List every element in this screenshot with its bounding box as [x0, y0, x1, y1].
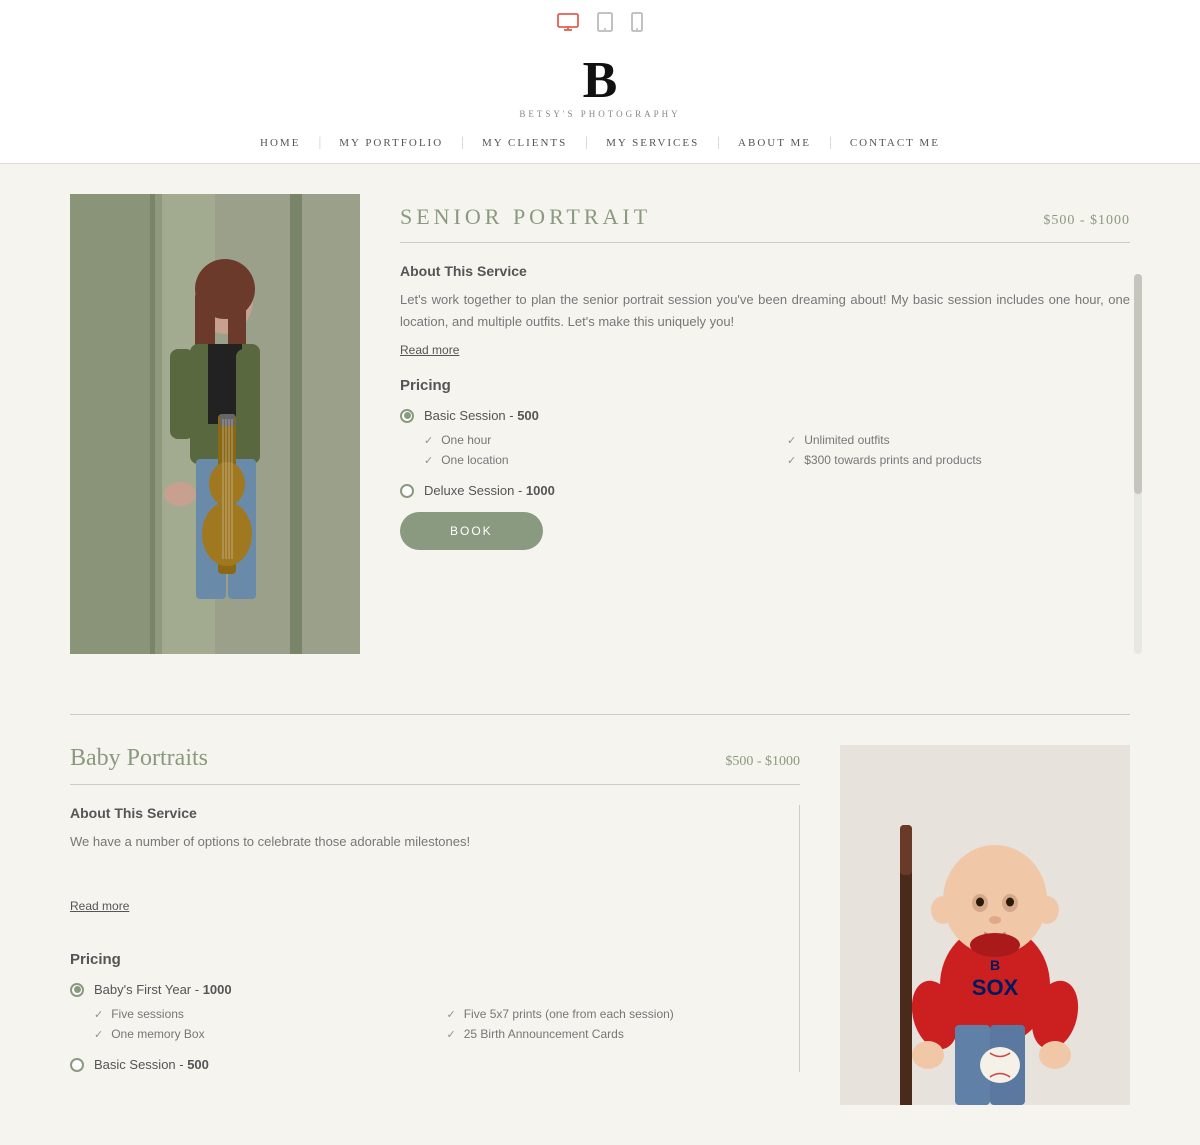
- feature-one-hour: ✓ One hour: [424, 433, 767, 447]
- baby-about-heading: About This Service: [70, 805, 779, 821]
- nav-home[interactable]: HOME: [242, 137, 318, 149]
- nav-about[interactable]: ABOUT ME: [720, 137, 829, 149]
- scrollbar-track: [1134, 274, 1142, 654]
- baby-left: Baby Portraits $500 - $1000 About This S…: [70, 745, 800, 1105]
- baby-feature-five-sessions: ✓ Five sessions: [94, 1007, 427, 1021]
- nav-portfolio[interactable]: MY PORTFOLIO: [321, 137, 461, 149]
- senior-about-heading: About This Service: [400, 263, 1130, 279]
- device-bar: [0, 0, 1200, 45]
- desktop-icon[interactable]: [557, 13, 579, 36]
- senior-price: $500 - $1000: [1043, 213, 1130, 229]
- deluxe-session-label: Deluxe Session - 1000: [424, 483, 555, 498]
- check-icon-1: ✓: [424, 434, 433, 447]
- feature-unlimited-outfits: ✓ Unlimited outfits: [787, 433, 1130, 447]
- feature-prints: ✓ $300 towards prints and products: [787, 453, 1130, 467]
- check-icon-b3: ✓: [94, 1028, 103, 1041]
- baby-basic-label: Basic Session - 500: [94, 1057, 209, 1072]
- check-icon-4: ✓: [787, 454, 796, 467]
- svg-text:SOX: SOX: [972, 975, 1019, 1000]
- first-year-radio[interactable]: [70, 983, 84, 997]
- deluxe-radio[interactable]: [400, 484, 414, 498]
- baby-basic-option[interactable]: Basic Session - 500: [70, 1057, 779, 1072]
- baby-portraits-section: Baby Portraits $500 - $1000 About This S…: [70, 745, 1130, 1105]
- nav-contact[interactable]: CONTACT ME: [832, 137, 958, 149]
- features-grid: ✓ One hour ✓ Unlimited outfits ✓ One loc…: [424, 433, 1130, 467]
- baby-feature-memory-box: ✓ One memory Box: [94, 1027, 427, 1041]
- baby-content-inner: About This Service We have a number of o…: [70, 805, 800, 1072]
- deluxe-session-option[interactable]: Deluxe Session - 1000: [400, 483, 1130, 498]
- senior-title-row: SENIOR PORTRAIT $500 - $1000: [400, 204, 1130, 243]
- baby-title-row: Baby Portraits $500 - $1000: [70, 745, 800, 785]
- logo-area: B BETSY'S PHOTOGRAPHY: [0, 45, 1200, 123]
- baby-read-more[interactable]: Read more: [70, 899, 129, 913]
- baby-basic-radio[interactable]: [70, 1058, 84, 1072]
- svg-text:B: B: [990, 957, 1000, 973]
- first-year-label: Baby's First Year - 1000: [94, 982, 232, 997]
- main-content: SENIOR PORTRAIT $500 - $1000 About This …: [50, 164, 1150, 1145]
- book-button[interactable]: BOOK: [400, 512, 543, 550]
- senior-portrait-details: SENIOR PORTRAIT $500 - $1000 About This …: [400, 194, 1130, 550]
- scrollbar-thumb[interactable]: [1134, 274, 1142, 494]
- nav-services[interactable]: MY SERVICES: [588, 137, 717, 149]
- baby-title: Baby Portraits: [70, 745, 208, 772]
- check-icon-2: ✓: [787, 434, 796, 447]
- check-icon-3: ✓: [424, 454, 433, 467]
- senior-portrait-details-wrapper: SENIOR PORTRAIT $500 - $1000 About This …: [400, 194, 1130, 654]
- check-icon-b4: ✓: [447, 1028, 456, 1041]
- baby-portrait-image: SOX B: [840, 745, 1130, 1105]
- senior-title: SENIOR PORTRAIT: [400, 204, 651, 230]
- nav-clients[interactable]: MY CLIENTS: [464, 137, 585, 149]
- baby-features-grid: ✓ Five sessions ✓ Five 5x7 prints (one f…: [94, 1007, 779, 1041]
- senior-portrait-section: SENIOR PORTRAIT $500 - $1000 About This …: [70, 194, 1130, 654]
- basic-session-label: Basic Session - 500: [424, 408, 539, 423]
- first-year-option[interactable]: Baby's First Year - 1000: [70, 982, 779, 997]
- baby-price: $500 - $1000: [725, 754, 800, 770]
- basic-radio[interactable]: [400, 409, 414, 423]
- logo-letter: B: [583, 55, 618, 107]
- mobile-icon[interactable]: [631, 12, 643, 37]
- check-icon-b2: ✓: [447, 1008, 456, 1021]
- nav-bar: HOME | MY PORTFOLIO | MY CLIENTS | MY SE…: [0, 123, 1200, 164]
- tablet-icon[interactable]: [597, 12, 613, 37]
- section-divider: [70, 714, 1130, 715]
- senior-img-placeholder: [70, 194, 360, 654]
- senior-pricing-heading: Pricing: [400, 377, 1130, 394]
- baby-feature-prints: ✓ Five 5x7 prints (one from each session…: [447, 1007, 780, 1021]
- basic-session-option[interactable]: Basic Session - 500: [400, 408, 1130, 423]
- baby-feature-announcements: ✓ 25 Birth Announcement Cards: [447, 1027, 780, 1041]
- logo-subtitle: BETSY'S PHOTOGRAPHY: [519, 109, 680, 119]
- baby-about-text: We have a number of options to celebrate…: [70, 831, 779, 853]
- feature-one-location: ✓ One location: [424, 453, 767, 467]
- senior-read-more[interactable]: Read more: [400, 343, 459, 357]
- senior-about-text: Let's work together to plan the senior p…: [400, 289, 1130, 333]
- senior-portrait-image: [70, 194, 360, 654]
- check-icon-b1: ✓: [94, 1008, 103, 1021]
- baby-pricing-heading: Pricing: [70, 951, 779, 968]
